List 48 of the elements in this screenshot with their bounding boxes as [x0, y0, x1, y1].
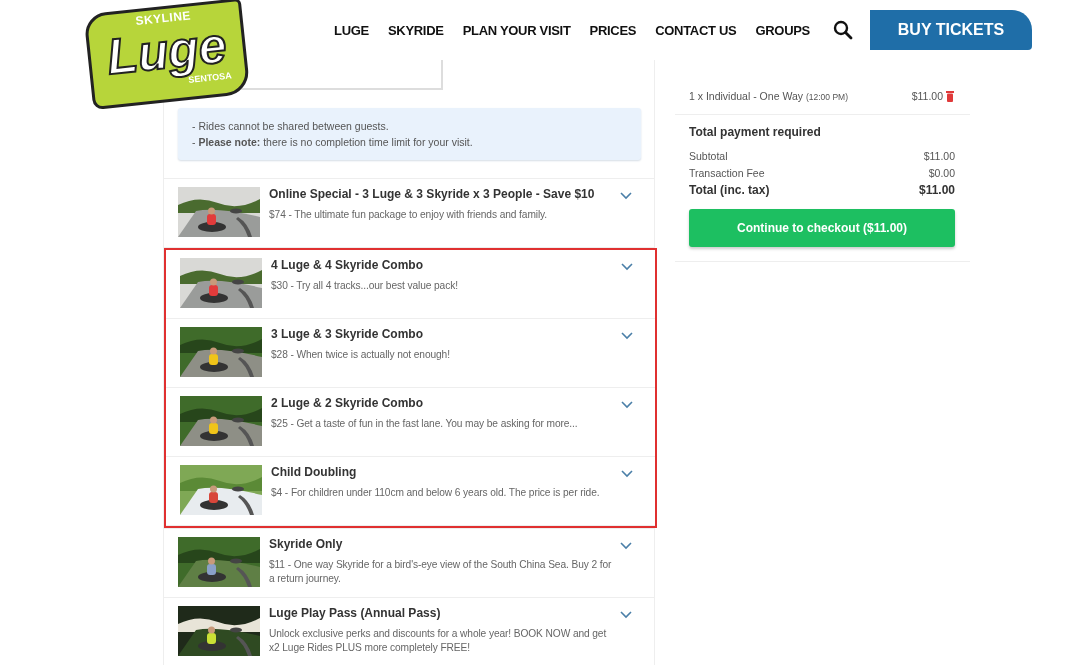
nav-link[interactable]: SKYRIDE [387, 22, 444, 38]
buy-tickets-button[interactable]: BUY TICKETS [870, 10, 1032, 50]
nav-link[interactable]: GROUPS [755, 22, 810, 38]
chevron-down-icon[interactable] [621, 332, 633, 340]
product-title: 3 Luge & 3 Skyride Combo [271, 327, 425, 341]
product-row[interactable]: Skyride Only $11 - One way Skyride for a bird's-eye view of the South China Sea. Buy 2 for a return journey. [164, 529, 654, 598]
chevron-down-icon[interactable] [621, 263, 633, 271]
product-row[interactable]: 4 Luge & 4 Skyride Combo $30 - Try all 4 tracks...our best value pack! [166, 250, 655, 319]
product-row[interactable]: Luge Play Pass (Annual Pass) Unlock exclusive perks and discounts for a whole year! BOOK NOW and get x2 Luge Rides PLUS more completely FREE! [164, 598, 654, 665]
chevron-down-icon[interactable] [620, 611, 632, 619]
product-description: $11 - One way Skyride for a bird's-eye view of the South China Sea. Buy 2 for a return journey. [269, 558, 613, 586]
chevron-down-icon[interactable] [621, 470, 633, 478]
product-title: Luge Play Pass (Annual Pass) [269, 606, 442, 620]
product-title: Skyride Only [269, 537, 344, 551]
product-row[interactable]: Online Special - 3 Luge & 3 Skyride x 3 People - Save $10 $74 - The ultimate fun package to enjoy with friends and family. [164, 179, 654, 248]
total-label: Transaction Fee [689, 166, 765, 181]
product-title: 2 Luge & 2 Skyride Combo [271, 396, 425, 410]
notice-text: - Please note: there is no completion time limit for your visit. [192, 135, 474, 150]
chevron-down-icon[interactable] [620, 192, 632, 200]
nav-link[interactable]: PRICES [589, 22, 637, 38]
product-row[interactable]: 2 Luge & 2 Skyride Combo $25 - Get a taste of fun in the fast lane. You may be asking for more... [166, 388, 655, 457]
total-value: $11.00 [918, 182, 955, 199]
search-icon[interactable] [833, 20, 853, 40]
product-description: $28 - When twice is actually not enough! [271, 348, 451, 362]
nav-link[interactable]: CONTACT US [655, 22, 737, 38]
total-label: Subtotal [689, 149, 728, 164]
nav-link[interactable]: LUGE [334, 22, 369, 38]
product-description: Unlock exclusive perks and discounts for a whole year! BOOK NOW and get x2 Luge Rides PLUS more completely FREE! [269, 627, 608, 655]
total-label: Total (inc. tax) [689, 182, 770, 199]
nav-link[interactable]: PLAN YOUR VISIT [462, 22, 571, 38]
total-value: $11.00 [923, 149, 955, 164]
total-value: $0.00 [928, 166, 955, 181]
product-title: 4 Luge & 4 Skyride Combo [271, 258, 425, 272]
product-row[interactable]: Child Doubling $4 - For children under 110cm and below 6 years old. The price is per ride. [166, 457, 655, 526]
product-description: $25 - Get a taste of fun in the fast lane. You may be asking for more... [271, 417, 579, 431]
chevron-down-icon[interactable] [621, 401, 633, 409]
cart-item-price: $11.00 [911, 90, 943, 102]
chevron-down-icon[interactable] [620, 542, 632, 550]
trash-icon[interactable] [946, 90, 954, 102]
product-description: $74 - The ultimate fun package to enjoy with friends and family. [269, 208, 549, 222]
totals-heading: Total payment required [689, 125, 822, 139]
product-description: $30 - Try all 4 tracks...our best value pack! [271, 279, 459, 293]
product-row[interactable]: 3 Luge & 3 Skyride Combo $28 - When twice is actually not enough! [166, 319, 655, 388]
product-title: Child Doubling [271, 465, 358, 479]
cart-item-label: 1 x Individual - One Way (12:00 PM) [689, 90, 849, 102]
product-description: $4 - For children under 110cm and below 6 years old. The price is per ride. [271, 486, 601, 500]
notice-text: - Rides cannot be shared between guests. [192, 119, 390, 134]
product-title: Online Special - 3 Luge & 3 Skyride x 3 People - Save $10 [269, 187, 596, 201]
